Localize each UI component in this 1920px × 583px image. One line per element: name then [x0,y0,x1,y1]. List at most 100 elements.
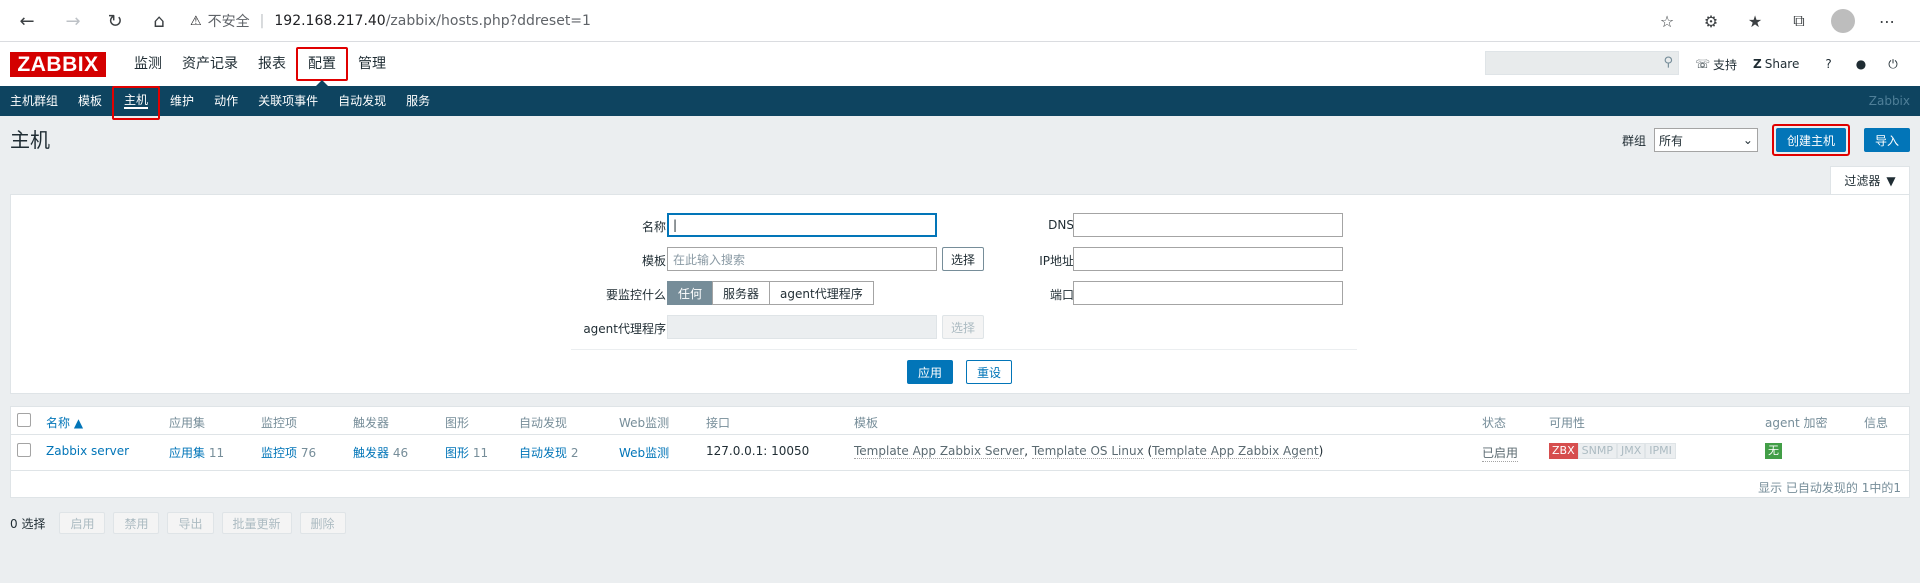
submenu-hosts[interactable]: 主机 [112,86,161,120]
template-input[interactable]: 在此输入搜索 [667,247,937,271]
profile-avatar[interactable] [1830,8,1856,34]
header-applications: 应用集 [169,416,206,430]
user-profile-icon[interactable]: ● [1856,57,1866,71]
collections-icon[interactable]: ⧉ [1786,8,1812,34]
group-label: 群组 [1621,133,1646,148]
group-select[interactable]: 所有 ⌄ [1653,128,1758,152]
submenu-services[interactable]: 服务 [396,86,440,116]
jmx-badge: JMX [1616,443,1646,459]
page-title: 主机 [10,128,50,152]
main-menu: 监测 资产记录 报表 配置 管理 [124,42,396,86]
favorites-icon[interactable]: ★ [1742,8,1768,34]
filter-tab[interactable]: 过滤器 ▼ [1830,166,1910,194]
header-status[interactable]: 状态 [1482,414,1506,431]
browser-toolbar: ← → ↻ ⌂ ⚠ 不安全 | 192.168.217.40 /zabbix/h… [0,0,1920,42]
menu-configuration[interactable]: 配置 [296,47,348,86]
submenu-actions[interactable]: 动作 [204,86,248,116]
header-name[interactable]: 名称 ▲ [46,414,83,431]
header-templates: 模板 [854,416,879,430]
import-button[interactable]: 导入 [1863,128,1910,152]
discovery-cell[interactable]: 自动发现 2 [519,444,578,461]
template-label: 模板 [641,254,666,268]
filter-icon: ▼ [1886,173,1896,188]
home-icon[interactable]: ⌂ [146,8,172,34]
disable-button: 禁用 [113,512,160,534]
header-encryption: agent 加密 [1765,416,1828,430]
filter-divider [571,349,1357,350]
encryption-badge: 无 [1765,443,1782,459]
host-name-link[interactable]: Zabbix server [46,444,129,458]
header-items: 监控项 [261,416,298,430]
submenu-templates[interactable]: 模板 [68,86,112,116]
proxy-label: agent代理程序 [583,322,666,336]
reload-icon[interactable]: ↻ [102,8,128,34]
reset-button[interactable]: 重设 [966,360,1013,384]
submenu-maintenance[interactable]: 维护 [160,86,204,116]
title-controls: 群组 所有 ⌄ 创建主机 导入 [1622,124,1910,156]
proxy-select-button: 选择 [942,315,985,339]
browser-actions: ☆ ⚙ ★ ⧉ ⋯ [1654,8,1900,34]
ip-input[interactable] [1073,247,1343,271]
dns-label: DNS [1048,218,1074,232]
mass-actions: 0 选择 启用 禁用 导出 批量更新 删除 [10,512,346,534]
enable-button: 启用 [59,512,106,534]
submenu-discovery[interactable]: 自动发现 [328,86,396,116]
header-triggers: 触发器 [353,416,390,430]
monitor-any-option[interactable]: 任何 [667,281,714,305]
selected-count: 0 选择 [10,516,46,531]
monitor-server-option[interactable]: 服务器 [712,281,771,305]
zbx-badge: ZBX [1549,443,1578,459]
apply-button[interactable]: 应用 [907,360,954,384]
graphs-cell[interactable]: 图形 11 [445,444,488,461]
zabbix-header: ZABBIX 监测 资产记录 报表 配置 管理 ⚲ ☏ 支持 Z Share ? ●… [0,42,1920,86]
port-input[interactable] [1073,281,1343,305]
select-all-checkbox[interactable] [17,413,31,427]
menu-administration[interactable]: 管理 [348,42,396,86]
header-availability: 可用性 [1549,416,1586,430]
triggers-cell[interactable]: 触发器 46 [353,444,408,461]
items-cell[interactable]: 监控项 76 [261,444,316,461]
monitor-proxy-option[interactable]: agent代理程序 [769,281,874,305]
submenu-host-groups[interactable]: 主机群组 [0,86,68,116]
extensions-icon[interactable]: ⚙ [1698,8,1724,34]
menu-inventory[interactable]: 资产记录 [172,42,248,86]
favorite-add-icon[interactable]: ☆ [1654,8,1680,34]
ip-label: IP地址 [1039,254,1074,268]
search-icon[interactable]: ⚲ [1663,55,1673,70]
dns-input[interactable] [1073,213,1343,237]
availability-cell: ZBX SNMP JMX IPMI [1549,443,1676,459]
mass-update-button: 批量更新 [221,512,292,534]
template-link[interactable]: Template OS Linux [1031,444,1144,459]
menu-monitoring[interactable]: 监测 [124,42,172,86]
submenu-event-correlation[interactable]: 关联项事件 [248,86,328,116]
row-checkbox[interactable] [17,443,31,457]
header-discovery: 自动发现 [519,416,568,430]
template-link[interactable]: Template App Zabbix Agent [1152,444,1319,459]
support-link[interactable]: ☏ 支持 [1695,56,1737,73]
hosts-table: 名称 ▲ 应用集 监控项 触发器 图形 自动发现 Web监测 接口 模板 状态 … [10,406,1910,498]
menu-reports[interactable]: 报表 [248,42,296,86]
forward-icon[interactable]: → [60,8,86,34]
zabbix-logo[interactable]: ZABBIX [10,52,106,77]
global-search-input[interactable]: ⚲ [1485,51,1679,75]
chevron-down-icon: ⌄ [1742,133,1753,147]
create-host-button[interactable]: 创建主机 [1775,128,1846,152]
web-cell[interactable]: Web监测 [619,444,669,461]
applications-cell[interactable]: 应用集 11 [169,444,224,461]
address-bar[interactable]: ⚠ 不安全 | 192.168.217.40 /zabbix/hosts.php… [190,6,1670,36]
header-links: ☏ 支持 Z Share ? ● ⏻ [1695,42,1898,86]
more-menu-icon[interactable]: ⋯ [1874,8,1900,34]
port-label: 端口 [1049,288,1074,302]
ipmi-badge: IPMI [1645,443,1676,459]
interface-cell: 127.0.0.1: 10050 [706,444,810,458]
logout-icon[interactable]: ⏻ [1888,57,1898,72]
status-link[interactable]: 已启用 [1482,444,1519,462]
template-link[interactable]: Template App Zabbix Server [854,444,1025,459]
security-label: 不安全 [207,14,250,30]
help-link[interactable]: ? [1825,57,1831,71]
name-input[interactable]: | [667,213,937,237]
create-host-highlight: 创建主机 [1771,124,1850,156]
back-icon[interactable]: ← [14,8,40,34]
monitor-segment: 任何 服务器 agent代理程序 [667,281,874,305]
share-link[interactable]: Z Share [1753,57,1799,71]
